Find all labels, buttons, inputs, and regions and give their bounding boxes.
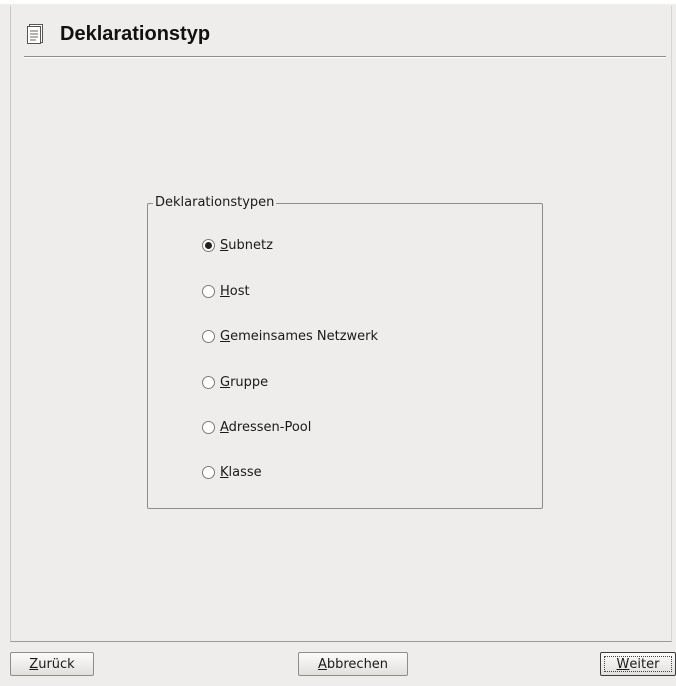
radio-label: Subnetz (220, 237, 273, 253)
radio-button[interactable] (202, 420, 215, 434)
group-legend: Deklarationstypen (153, 194, 277, 212)
radio-label: Gemeinsames Netzwerk (220, 328, 379, 344)
window-top-strip (0, 0, 676, 4)
page-title: Deklarationstyp (60, 22, 211, 45)
radio-label: Adressen-Pool (220, 419, 312, 435)
header-divider (24, 56, 666, 58)
back-button[interactable]: Zurück (10, 652, 94, 676)
radio-option-host[interactable]: Host (202, 282, 250, 300)
radio-label: Gruppe (220, 374, 269, 390)
radio-button[interactable] (202, 329, 215, 343)
radio-option-gemeinsames-netzwerk[interactable]: Gemeinsames Netzwerk (202, 327, 378, 345)
radio-button[interactable] (202, 375, 215, 389)
next-button[interactable]: Weiter (600, 652, 676, 676)
radio-option-klasse[interactable]: Klasse (202, 463, 262, 481)
radio-button[interactable] (202, 284, 215, 298)
radio-button[interactable] (202, 465, 215, 479)
document-icon (27, 24, 43, 44)
radio-label: Klasse (220, 464, 262, 480)
radio-option-adressen-pool[interactable]: Adressen-Pool (202, 418, 311, 436)
radio-label: Host (220, 283, 250, 299)
radio-option-gruppe[interactable]: Gruppe (202, 373, 268, 391)
dialog-header: Deklarationstyp (26, 20, 210, 48)
cancel-button[interactable]: Abbrechen (298, 652, 408, 676)
radio-option-subnetz[interactable]: Subnetz (202, 236, 273, 254)
radio-button[interactable] (202, 238, 215, 252)
